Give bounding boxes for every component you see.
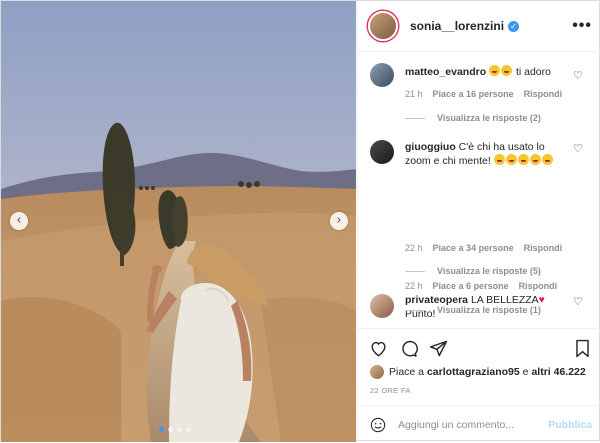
comment-body: ti adoro [513, 66, 551, 78]
reply-button[interactable]: Rispondi [524, 243, 563, 253]
comment-time: 22 h [405, 281, 423, 291]
verified-badge-icon: ✓ [508, 20, 520, 32]
post-photo[interactable]: ‹ › [1, 1, 356, 442]
author-avatar[interactable] [368, 11, 398, 41]
emoji-picker-icon[interactable] [370, 417, 386, 433]
comment-text: matteo_evandro ti adoro [405, 65, 565, 79]
post-timestamp: 22 ORE FA [370, 386, 411, 395]
heart-eyes-emoji-icon [501, 65, 513, 76]
replies-divider [405, 117, 425, 119]
post-modal: ‹ › sonia__lorenzini ✓ ••• matteo_evandr… [0, 0, 600, 442]
commenter-avatar[interactable] [370, 140, 394, 164]
view-replies-label: Visualizza le risposte (1) [437, 305, 541, 315]
comment-meta: 22 h Piace a 6 persone Rispondi [405, 281, 557, 291]
carousel-next-button[interactable]: › [330, 212, 348, 230]
comment-likes-count[interactable]: Piace a 6 persone [433, 281, 509, 291]
carousel-prev-button[interactable]: ‹ [10, 212, 28, 230]
comment-like-heart-icon[interactable]: ♡ [573, 295, 583, 308]
comment-meta: 22 h Piace a 34 persone Rispondi [405, 243, 562, 253]
share-paper-plane-icon[interactable] [428, 338, 448, 358]
replies-divider [405, 309, 425, 311]
comment-input[interactable] [398, 418, 548, 431]
post-side-panel: sonia__lorenzini ✓ ••• matteo_evandro ti… [357, 1, 600, 442]
like-heart-icon[interactable] [368, 338, 388, 358]
liker-username[interactable]: carlottagraziano95 [427, 366, 520, 378]
reply-button[interactable]: Rispondi [519, 281, 558, 291]
view-replies-label: Visualizza le risposte (5) [437, 266, 541, 276]
reply-button[interactable]: Rispondi [524, 89, 563, 99]
chevron-left-icon: ‹ [16, 212, 22, 228]
view-replies-button[interactable]: Visualizza le risposte (5) [405, 266, 541, 276]
photo-landscape [1, 1, 356, 442]
comment-bubble-icon[interactable] [398, 338, 418, 358]
save-bookmark-icon[interactable] [572, 338, 592, 358]
carousel-dot [177, 427, 182, 432]
comment-likes-count[interactable]: Piace a 16 persone [433, 89, 514, 99]
comments-list: matteo_evandro ti adoro ♡ 21 h Piace a 1… [358, 52, 600, 327]
commenter-username[interactable]: matteo_evandro [405, 66, 486, 78]
heart-eyes-emoji-icon [529, 154, 541, 165]
view-replies-label: Visualizza le risposte (2) [437, 113, 541, 123]
view-replies-button[interactable]: Visualizza le risposte (1) [405, 305, 541, 315]
comment-like-heart-icon[interactable]: ♡ [573, 142, 583, 155]
comment-time: 22 h [405, 243, 423, 253]
heart-eyes-emoji-icon [505, 154, 517, 165]
comment-meta: 21 h Piace a 16 persone Rispondi [405, 89, 562, 99]
commenter-avatar[interactable] [370, 63, 394, 87]
heart-eyes-emoji-icon [517, 154, 529, 165]
heart-eyes-emoji-icon [489, 65, 501, 76]
laughing-emoji-icon [493, 154, 505, 165]
comment-like-heart-icon[interactable]: ♡ [573, 69, 583, 82]
comment-text: giuoggiuo C'è chi ha usato lo zoom e chi… [405, 140, 565, 168]
author-username[interactable]: sonia__lorenzini [410, 19, 504, 33]
add-comment-bar: Pubblica [358, 405, 600, 443]
carousel-dot [168, 427, 173, 432]
heart-eyes-emoji-icon [541, 154, 553, 165]
view-replies-button[interactable]: Visualizza le risposte (2) [405, 113, 541, 123]
more-options-icon[interactable]: ••• [572, 17, 592, 35]
likes-others-count[interactable]: altri 46.222 [531, 366, 585, 378]
replies-divider [405, 270, 425, 272]
commenter-username[interactable]: giuoggiuo [405, 141, 456, 153]
comment-likes-count[interactable]: Piace a 34 persone [433, 243, 514, 253]
publish-button[interactable]: Pubblica [548, 419, 592, 431]
comment-time: 21 h [405, 89, 423, 99]
likes-connector: e [522, 366, 529, 378]
action-icons [368, 338, 448, 358]
chevron-right-icon: › [336, 212, 342, 228]
carousel-dot-active [159, 427, 164, 432]
commenter-avatar[interactable] [370, 294, 394, 318]
liker-avatar [370, 365, 384, 379]
carousel-dots [159, 427, 191, 432]
post-header: sonia__lorenzini ✓ ••• [358, 1, 600, 52]
likes-summary[interactable]: Piace a carlottagraziano95 e altri 46.22… [370, 365, 586, 379]
likes-prefix: Piace a [389, 366, 425, 378]
post-actions: Piace a carlottagraziano95 e altri 46.22… [358, 328, 600, 442]
carousel-dot [186, 427, 191, 432]
